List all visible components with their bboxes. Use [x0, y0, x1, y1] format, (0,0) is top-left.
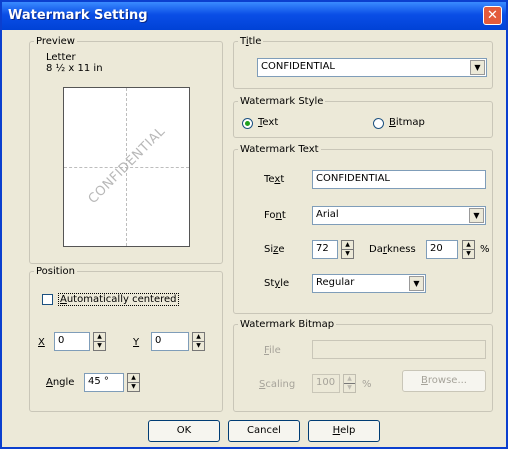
watermark-bitmap-legend: Watermark Bitmap [240, 319, 335, 330]
watermark-text-input[interactable]: CONFIDENTIAL [312, 170, 486, 189]
text-field-label: Text [264, 174, 285, 185]
font-dropdown[interactable]: Arial ▼ [312, 206, 486, 225]
text-style-label[interactable]: Text [258, 117, 278, 128]
paper-name: Letter [46, 52, 76, 63]
close-icon[interactable]: ✕ [483, 6, 502, 25]
y-label: Y [133, 337, 140, 348]
browse-button[interactable]: Browse... [402, 370, 486, 392]
window-title: Watermark Setting [8, 8, 148, 23]
title-bar[interactable]: Watermark Setting ✕ [2, 2, 506, 30]
preview-legend: Preview [36, 36, 75, 47]
darkness-spin-arrows-icon[interactable]: ▲ ▼ [462, 240, 475, 259]
watermark-style-legend: Watermark Style [240, 96, 324, 107]
watermark-setting-dialog: Watermark Setting ✕ Preview Letter 8 ½ x… [0, 0, 508, 449]
x-spin-arrows-icon[interactable]: ▲ ▼ [93, 332, 106, 351]
style-dropdown-value: Regular [316, 277, 355, 288]
chevron-down-icon[interactable]: ▼ [409, 276, 424, 291]
size-spin-arrows-icon[interactable]: ▲ ▼ [341, 240, 354, 259]
position-legend: Position [36, 266, 75, 277]
text-style-radio[interactable] [242, 118, 253, 129]
bitmap-style-radio[interactable] [373, 118, 384, 129]
help-button[interactable]: Help [308, 420, 380, 442]
scaling-label: Scaling [259, 379, 296, 390]
darkness-percent: % [480, 244, 490, 255]
darkness-label: Darkness [369, 244, 416, 255]
watermark-bitmap-group: Watermark Bitmap [233, 319, 493, 412]
y-input[interactable]: 0 [151, 332, 189, 351]
ok-button[interactable]: OK [148, 420, 220, 442]
x-input[interactable]: 0 [54, 332, 90, 351]
scaling-spin-arrows-icon[interactable]: ▲ ▼ [343, 374, 356, 393]
scaling-percent: % [362, 379, 372, 390]
chevron-down-icon[interactable]: ▼ [469, 208, 484, 223]
font-dropdown-value: Arial [316, 209, 339, 220]
preview-watermark-text: CONFIDENTIAL [85, 124, 169, 207]
angle-label: Angle [46, 377, 75, 388]
auto-center-checkbox[interactable] [42, 294, 53, 305]
size-input[interactable]: 72 [312, 240, 338, 259]
darkness-input[interactable]: 20 [426, 240, 458, 259]
cancel-button[interactable]: Cancel [228, 420, 300, 442]
chevron-down-icon[interactable]: ▼ [470, 60, 485, 75]
style-label: Style [264, 278, 290, 289]
y-spin-arrows-icon[interactable]: ▲ ▼ [192, 332, 205, 351]
paper-size: 8 ½ x 11 in [46, 63, 103, 74]
title-dropdown-value: CONFIDENTIAL [261, 61, 336, 72]
angle-spin-arrows-icon[interactable]: ▲ ▼ [127, 373, 140, 392]
auto-center-label[interactable]: Automatically centered [58, 293, 179, 306]
style-dropdown[interactable]: Regular ▼ [312, 274, 426, 293]
watermark-text-legend: Watermark Text [240, 144, 319, 155]
bitmap-file-input[interactable] [312, 340, 486, 359]
file-label: File [264, 345, 281, 356]
angle-input[interactable]: 45 ° [84, 373, 124, 392]
title-dropdown[interactable]: CONFIDENTIAL ▼ [257, 58, 487, 77]
title-legend: Title [240, 36, 262, 47]
font-label: Font [264, 210, 286, 221]
scaling-input[interactable]: 100 [312, 374, 340, 393]
x-label: X [38, 337, 45, 348]
size-label: Size [264, 244, 285, 255]
bitmap-style-label[interactable]: Bitmap [389, 117, 425, 128]
preview-page: CONFIDENTIAL [63, 87, 190, 247]
